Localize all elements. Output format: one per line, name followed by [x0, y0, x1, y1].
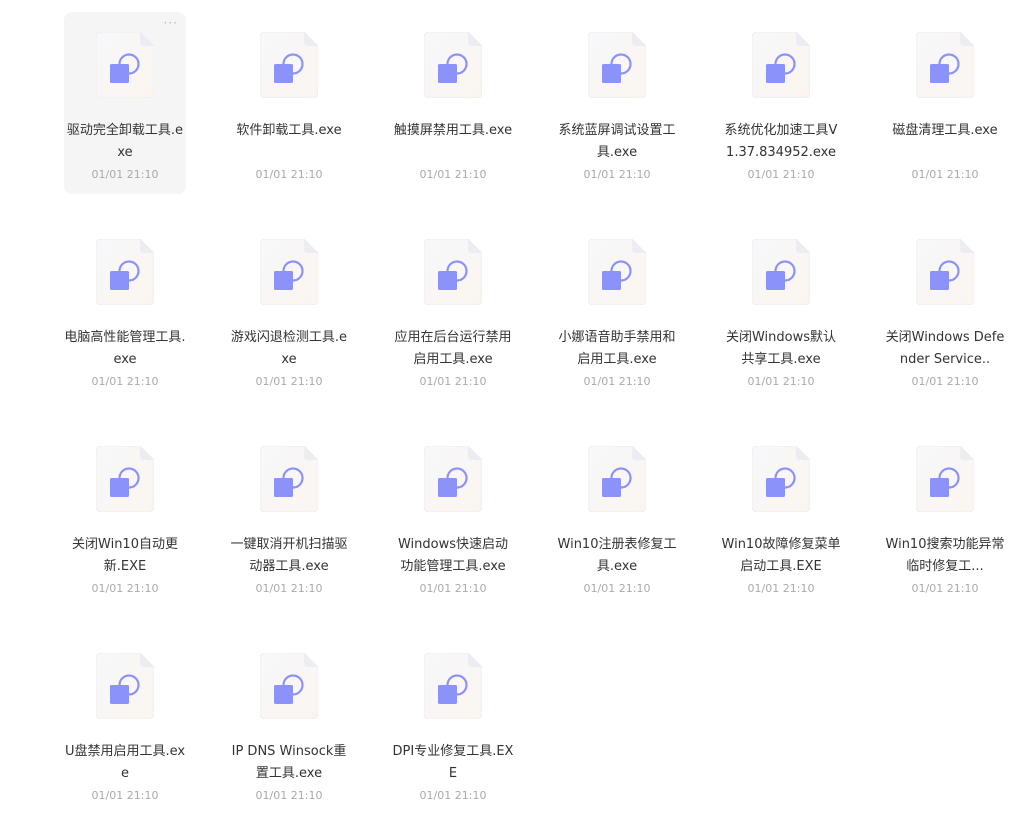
exe-file-icon: [260, 32, 318, 98]
exe-file-icon: [588, 239, 646, 305]
file-tile[interactable]: 电脑高性能管理工具.exe 01/01 21:10: [64, 219, 186, 401]
file-name: 关闭Win10自动更新.EXE: [72, 537, 178, 574]
file-tile[interactable]: 一键取消开机扫描驱动器工具.exe 01/01 21:10: [228, 426, 350, 608]
file-name: Windows快速启动功能管理工具.exe: [397, 537, 509, 574]
file-tile[interactable]: 触摸屏禁用工具.exe 01/01 21:10: [392, 12, 514, 194]
file-date: 01/01 21:10: [583, 375, 651, 388]
file-tile[interactable]: 关闭Win10自动更新.EXE 01/01 21:10: [64, 426, 186, 608]
file-date: 01/01 21:10: [911, 375, 979, 388]
file-date: 01/01 21:10: [91, 375, 159, 388]
file-tile[interactable]: 关闭Windows Defender Service.. 01/01 21:10: [884, 219, 1006, 401]
file-tile[interactable]: 游戏闪退检测工具.exe 01/01 21:10: [228, 219, 350, 401]
file-tile[interactable]: 小娜语音助手禁用和启用工具.exe 01/01 21:10: [556, 219, 678, 401]
file-tile[interactable]: 系统优化加速工具V1.37.834952.exe 01/01 21:10: [720, 12, 842, 194]
file-name: 电脑高性能管理工具.exe: [64, 330, 186, 367]
file-tile[interactable]: DPI专业修复工具.EXE 01/01 21:10: [392, 633, 514, 815]
file-date: 01/01 21:10: [255, 789, 323, 802]
exe-file-icon: [260, 239, 318, 305]
file-name: 系统蓝屏调试设置工具.exe: [558, 123, 676, 160]
file-name: Win10注册表修复工具.exe: [557, 537, 677, 574]
file-date: 01/01 21:10: [583, 582, 651, 595]
exe-file-icon: [588, 32, 646, 98]
file-name: 软件卸载工具.exe: [236, 123, 342, 138]
exe-file-icon: [96, 446, 154, 512]
file-name: 一键取消开机扫描驱动器工具.exe: [230, 537, 348, 574]
file-date: 01/01 21:10: [583, 168, 651, 181]
exe-file-icon: [424, 32, 482, 98]
exe-file-icon: [916, 32, 974, 98]
file-date: 01/01 21:10: [255, 375, 323, 388]
file-tile[interactable]: 关闭Windows默认共享工具.exe 01/01 21:10: [720, 219, 842, 401]
file-name: 小娜语音助手禁用和启用工具.exe: [558, 330, 676, 367]
file-tile[interactable]: U盘禁用启用工具.exe 01/01 21:10: [64, 633, 186, 815]
file-date: 01/01 21:10: [419, 375, 487, 388]
file-name: 磁盘清理工具.exe: [892, 123, 998, 138]
file-tile[interactable]: 系统蓝屏调试设置工具.exe 01/01 21:10: [556, 12, 678, 194]
file-grid: ··· 驱动完全卸载工具.exe 01/01 21:10 软件卸载工具.exe …: [43, 12, 1027, 840]
file-date: 01/01 21:10: [419, 168, 487, 181]
exe-file-icon: [96, 239, 154, 305]
file-date: 01/01 21:10: [91, 582, 159, 595]
file-date: 01/01 21:10: [747, 582, 815, 595]
file-date: 01/01 21:10: [747, 375, 815, 388]
file-date: 01/01 21:10: [419, 789, 487, 802]
file-name: Win10故障修复菜单启动工具.EXE: [721, 537, 841, 574]
file-name: 关闭Windows默认共享工具.exe: [725, 330, 837, 367]
file-tile-selected[interactable]: ··· 驱动完全卸载工具.exe 01/01 21:10: [64, 12, 186, 194]
file-name: 触摸屏禁用工具.exe: [393, 123, 513, 138]
exe-file-icon: [96, 653, 154, 719]
file-tile[interactable]: Win10故障修复菜单启动工具.EXE 01/01 21:10: [720, 426, 842, 608]
file-tile[interactable]: 磁盘清理工具.exe 01/01 21:10: [884, 12, 1006, 194]
file-name: 游戏闪退检测工具.exe: [230, 330, 348, 367]
exe-file-icon: [916, 446, 974, 512]
exe-file-icon: [260, 653, 318, 719]
file-date: 01/01 21:10: [419, 582, 487, 595]
exe-file-icon: [260, 446, 318, 512]
file-name: Win10搜索功能异常临时修复工...: [885, 537, 1005, 574]
exe-file-icon: [916, 239, 974, 305]
file-tile[interactable]: Win10搜索功能异常临时修复工... 01/01 21:10: [884, 426, 1006, 608]
file-name: 关闭Windows Defender Service..: [885, 330, 1005, 367]
exe-file-icon: [96, 32, 154, 98]
exe-file-icon: [424, 446, 482, 512]
file-date: 01/01 21:10: [91, 168, 159, 181]
more-options-icon[interactable]: ···: [164, 16, 178, 30]
exe-file-icon: [752, 32, 810, 98]
file-tile[interactable]: 软件卸载工具.exe 01/01 21:10: [228, 12, 350, 194]
exe-file-icon: [424, 653, 482, 719]
file-date: 01/01 21:10: [911, 168, 979, 181]
file-name: DPI专业修复工具.EXE: [392, 744, 514, 781]
file-name: U盘禁用启用工具.exe: [64, 744, 186, 781]
exe-file-icon: [752, 239, 810, 305]
exe-file-icon: [424, 239, 482, 305]
file-tile[interactable]: Win10注册表修复工具.exe 01/01 21:10: [556, 426, 678, 608]
file-tile[interactable]: IP DNS Winsock重置工具.exe 01/01 21:10: [228, 633, 350, 815]
file-date: 01/01 21:10: [255, 168, 323, 181]
file-tile[interactable]: 应用在后台运行禁用启用工具.exe 01/01 21:10: [392, 219, 514, 401]
file-name: 应用在后台运行禁用启用工具.exe: [394, 330, 512, 367]
exe-file-icon: [752, 446, 810, 512]
file-date: 01/01 21:10: [747, 168, 815, 181]
file-tile[interactable]: Windows快速启动功能管理工具.exe 01/01 21:10: [392, 426, 514, 608]
file-date: 01/01 21:10: [911, 582, 979, 595]
exe-file-icon: [588, 446, 646, 512]
file-name: 驱动完全卸载工具.exe: [66, 123, 184, 160]
file-name: IP DNS Winsock重置工具.exe: [231, 744, 347, 781]
file-date: 01/01 21:10: [91, 789, 159, 802]
file-date: 01/01 21:10: [255, 582, 323, 595]
file-name: 系统优化加速工具V1.37.834952.exe: [724, 123, 838, 160]
